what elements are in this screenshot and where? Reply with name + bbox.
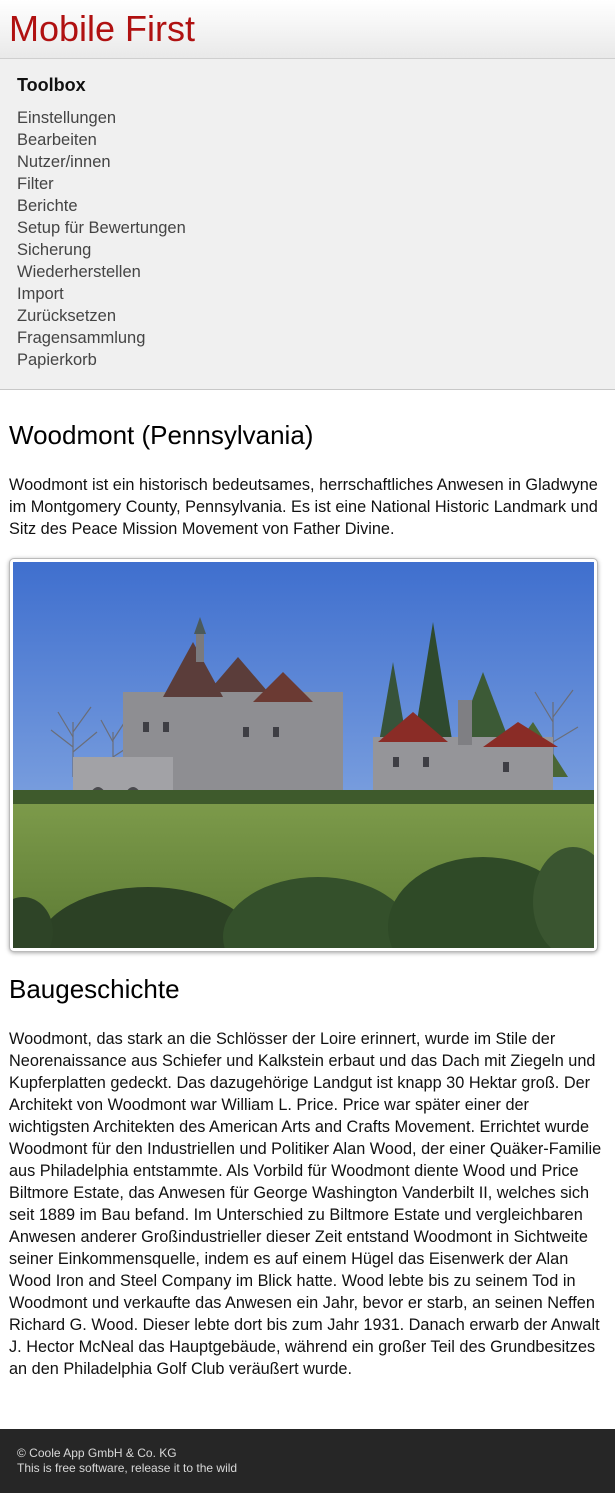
toolbox-item-setup-bewertungen[interactable]: Setup für Bewertungen <box>17 217 186 239</box>
app-footer: © Coole App GmbH & Co. KG This is free s… <box>0 1429 615 1493</box>
section-title: Baugeschichte <box>9 974 180 1004</box>
article-intro: Woodmont ist ein historisch bedeutsames,… <box>9 476 598 538</box>
toolbox-item-wiederherstellen[interactable]: Wiederherstellen <box>17 261 186 283</box>
toolbox-panel: Toolbox Einstellungen Bearbeiten Nutzer/… <box>0 59 615 390</box>
mansion-illustration <box>13 562 594 948</box>
toolbox-item-zuruecksetzen[interactable]: Zurücksetzen <box>17 305 186 327</box>
toolbox-title: Toolbox <box>17 75 86 95</box>
app-header: Mobile First <box>0 0 615 59</box>
toolbox-item-fragensammlung[interactable]: Fragensammlung <box>17 327 186 349</box>
toolbox-item-einstellungen[interactable]: Einstellungen <box>17 107 186 129</box>
toolbox-item-berichte[interactable]: Berichte <box>17 195 186 217</box>
toolbox-item-filter[interactable]: Filter <box>17 173 186 195</box>
toolbox-item-nutzer[interactable]: Nutzer/innen <box>17 151 186 173</box>
toolbox-item-bearbeiten[interactable]: Bearbeiten <box>17 129 186 151</box>
footer-tagline: This is free software, release it to the… <box>17 1461 238 1475</box>
toolbox-item-papierkorb[interactable]: Papierkorb <box>17 349 186 371</box>
article-title: Woodmont (Pennsylvania) <box>9 420 314 450</box>
section-text: Woodmont, das stark an die Schlösser der… <box>9 1030 602 1378</box>
toolbox-item-import[interactable]: Import <box>17 283 186 305</box>
footer-copyright: © Coole App GmbH & Co. KG <box>17 1446 177 1460</box>
brand-title[interactable]: Mobile First <box>9 8 195 50</box>
toolbox-item-sicherung[interactable]: Sicherung <box>17 239 186 261</box>
woodmont-photo <box>9 558 598 952</box>
toolbox-menu: Einstellungen Bearbeiten Nutzer/innen Fi… <box>17 107 186 371</box>
